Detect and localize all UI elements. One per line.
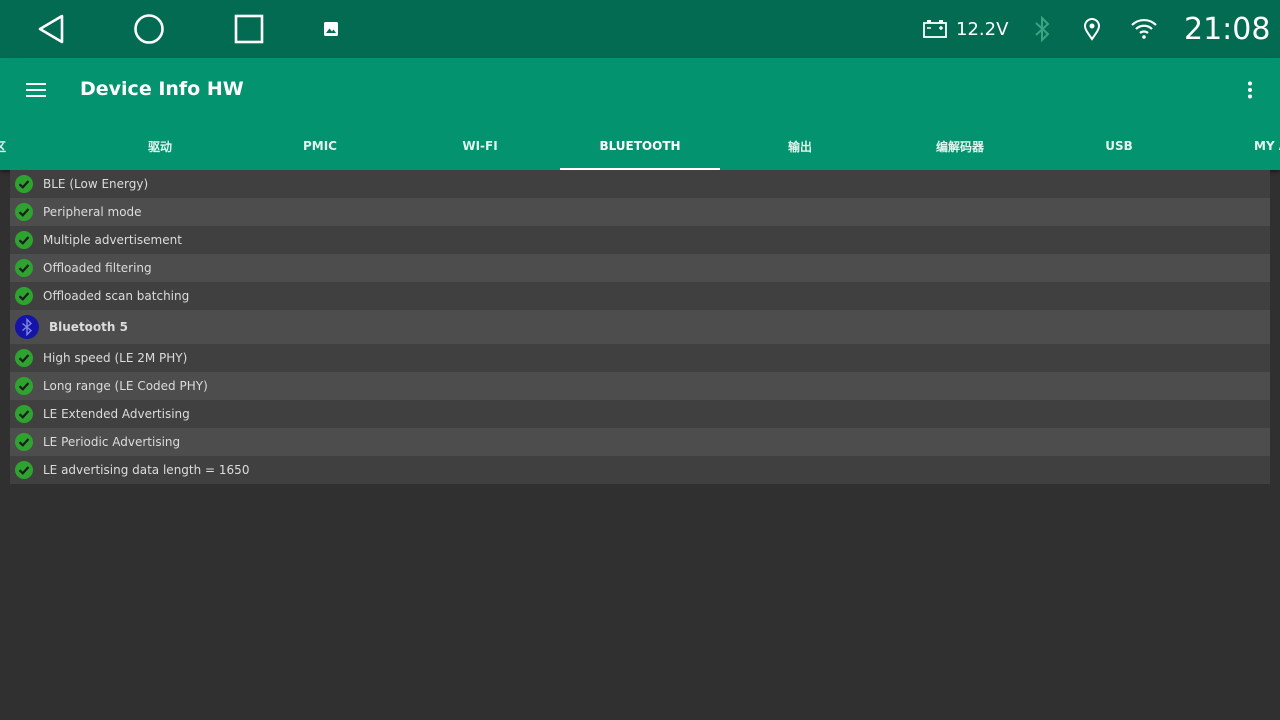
section-header: Bluetooth 5 <box>10 310 1270 344</box>
tab-drivers[interactable]: 驱动 <box>80 122 240 170</box>
image-icon <box>324 22 338 36</box>
list-item: BLE (Low Energy) <box>10 170 1270 198</box>
app-title: Device Info HW <box>80 78 244 100</box>
section-title: Bluetooth 5 <box>49 320 128 334</box>
check-icon <box>15 349 33 367</box>
bluetooth-icon <box>1035 16 1050 42</box>
recents-icon <box>234 14 264 44</box>
list-item: Offloaded scan batching <box>10 282 1270 310</box>
list-item: LE Periodic Advertising <box>10 428 1270 456</box>
tab-bar: 区 驱动 PMIC WI-FI BLUETOOTH 输出 编解码器 USB MY… <box>0 122 1280 170</box>
clock: 21:08 <box>1184 0 1270 58</box>
check-icon <box>15 231 33 249</box>
list-item: High speed (LE 2M PHY) <box>10 344 1270 372</box>
check-icon <box>15 259 33 277</box>
tab-output[interactable]: 输出 <box>720 122 880 170</box>
feature-label: LE Extended Advertising <box>43 407 190 421</box>
feature-label: Multiple advertisement <box>43 233 182 247</box>
screenshot-button[interactable] <box>316 0 346 58</box>
check-icon <box>15 377 33 395</box>
list-item: LE Extended Advertising <box>10 400 1270 428</box>
feature-label: Long range (LE Coded PHY) <box>43 379 208 393</box>
tab-wifi[interactable]: WI-FI <box>400 122 560 170</box>
tab-region[interactable]: 区 <box>0 122 12 170</box>
app-bar: Device Info HW 区 驱动 PMIC WI-FI BLUETOOTH… <box>0 58 1280 170</box>
check-icon <box>15 461 33 479</box>
list-item: Long range (LE Coded PHY) <box>10 372 1270 400</box>
menu-icon <box>26 83 46 97</box>
list-item: Multiple advertisement <box>10 226 1270 254</box>
feature-label: High speed (LE 2M PHY) <box>43 351 188 365</box>
bluetooth-status <box>1032 0 1052 58</box>
list-item: LE advertising data length = 1650 <box>10 456 1270 484</box>
home-button[interactable] <box>126 0 172 58</box>
check-icon <box>15 203 33 221</box>
check-icon <box>15 405 33 423</box>
feature-label: LE advertising data length = 1650 <box>43 463 250 477</box>
bluetooth-icon <box>15 315 39 339</box>
tab-bluetooth[interactable]: BLUETOOTH <box>560 122 720 170</box>
recents-button[interactable] <box>226 0 272 58</box>
status-bar: 12.2V 21:08 <box>0 0 1280 58</box>
location-status <box>1082 0 1102 58</box>
list-item: Peripheral mode <box>10 198 1270 226</box>
voltage-text: 12.2V <box>956 18 1009 40</box>
tab-my-app[interactable]: MY A <box>1254 122 1280 170</box>
feature-label: LE Periodic Advertising <box>43 435 181 449</box>
list-item: Offloaded filtering <box>10 254 1270 282</box>
tab-pmic[interactable]: PMIC <box>240 122 400 170</box>
overflow-menu-button[interactable] <box>1236 72 1264 108</box>
tab-codecs[interactable]: 编解码器 <box>880 122 1040 170</box>
feature-label: Offloaded scan batching <box>43 289 190 303</box>
check-icon <box>15 287 33 305</box>
overflow-icon <box>1248 81 1252 99</box>
feature-label: Offloaded filtering <box>43 261 152 275</box>
battery-icon <box>923 20 947 38</box>
feature-label: BLE (Low Energy) <box>43 177 149 191</box>
tab-usb[interactable]: USB <box>1039 122 1199 170</box>
menu-button[interactable] <box>18 72 54 108</box>
home-icon <box>134 14 164 44</box>
check-icon <box>15 433 33 451</box>
check-icon <box>15 175 33 193</box>
back-button[interactable] <box>28 0 74 58</box>
location-icon <box>1083 18 1101 41</box>
clock-text: 21:08 <box>1184 11 1271 47</box>
back-icon <box>38 14 64 44</box>
wifi-icon <box>1131 18 1157 39</box>
wifi-status <box>1130 0 1158 58</box>
battery-voltage: 12.2V <box>922 0 1008 58</box>
bluetooth-feature-list: BLE (Low Energy) Peripheral mode Multipl… <box>10 170 1270 484</box>
feature-label: Peripheral mode <box>43 205 142 219</box>
